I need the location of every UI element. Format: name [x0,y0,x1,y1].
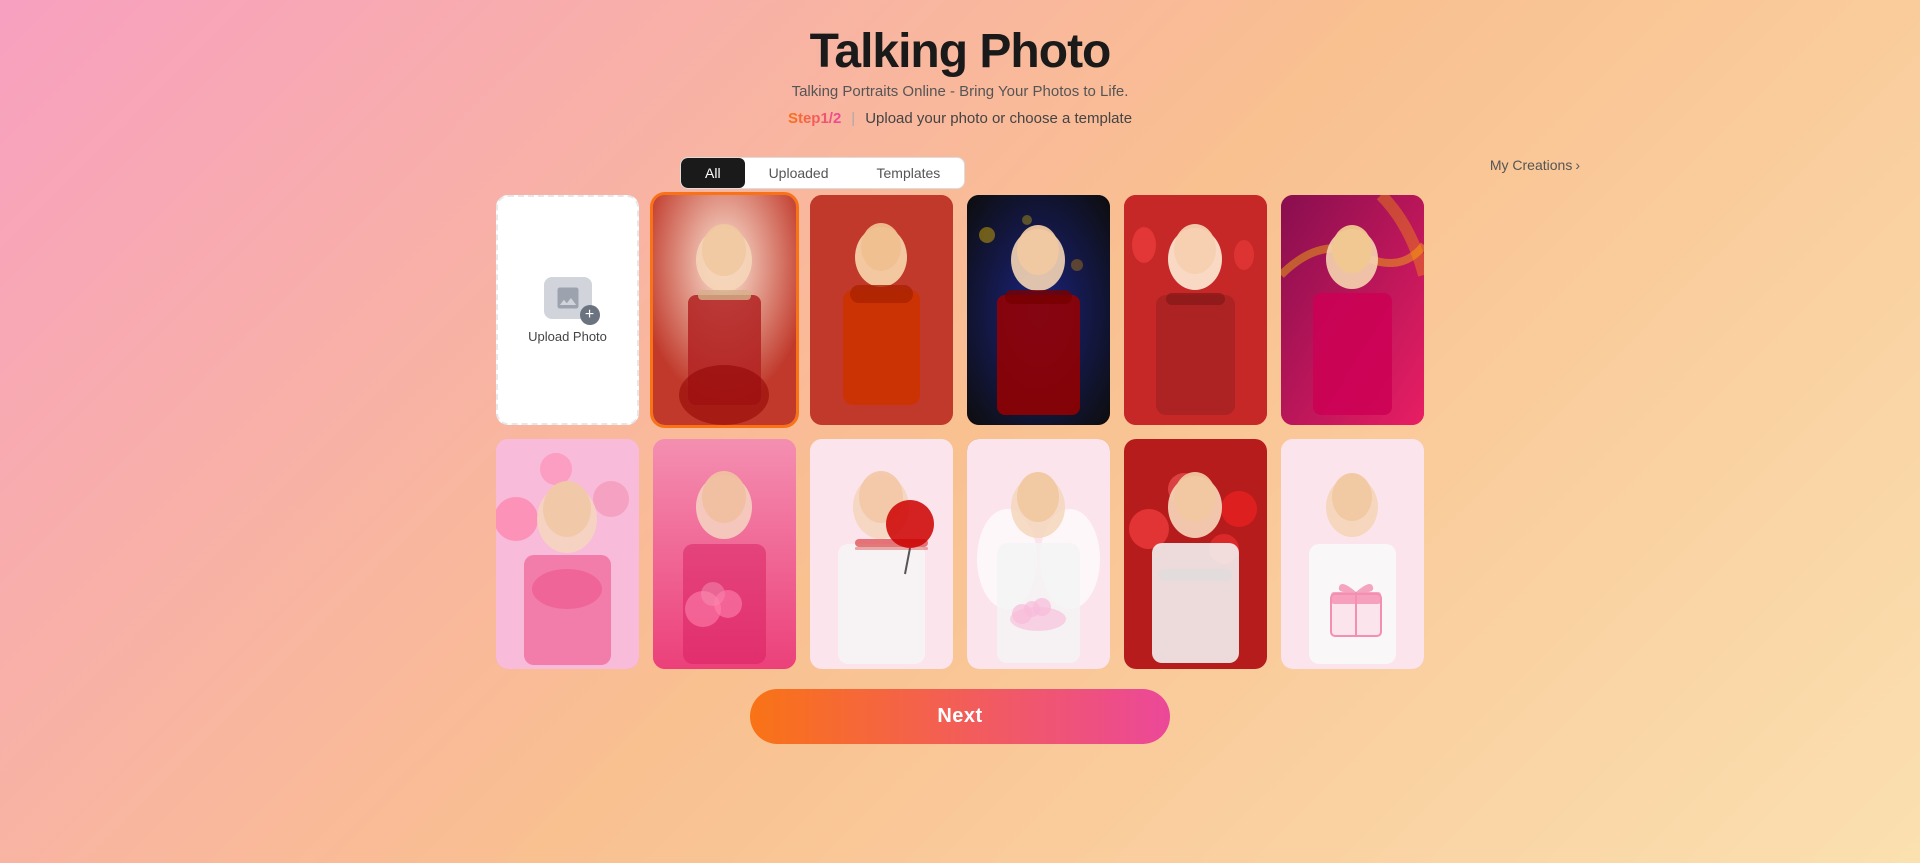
chevron-right-icon: › [1575,157,1580,173]
app-subtitle: Talking Portraits Online - Bring Your Ph… [788,83,1132,100]
photo-card[interactable] [1124,195,1267,425]
photo-bg [653,439,796,669]
photo-bg [967,195,1110,425]
photo-card[interactable] [967,439,1110,669]
photo-card[interactable] [1124,439,1267,669]
step-label: Step1/2 [788,110,841,127]
upload-photo-card[interactable]: + Upload Photo [496,195,639,425]
tab-all[interactable]: All [681,158,745,188]
photo-card[interactable] [810,195,953,425]
photo-card[interactable] [653,195,796,425]
photo-card[interactable] [496,439,639,669]
tab-group: All Uploaded Templates [680,157,965,189]
step-instruction: Upload your photo or choose a template [865,110,1132,127]
photo-card[interactable] [653,439,796,669]
photo-bg [1281,439,1424,669]
photo-bg [496,439,639,669]
photo-bg [810,195,953,425]
upload-plus-icon: + [580,305,600,325]
photo-bg [967,439,1110,669]
upload-label: Upload Photo [528,329,607,344]
photo-gallery: + Upload Photo [496,195,1424,669]
my-creations-link[interactable]: My Creations › [1490,157,1580,173]
tab-uploaded[interactable]: Uploaded [745,158,853,188]
photo-card[interactable] [967,195,1110,425]
tab-templates[interactable]: Templates [853,158,965,188]
photo-bg [1124,439,1267,669]
photo-card[interactable] [1281,195,1424,425]
next-button[interactable]: Next [750,689,1170,744]
photo-card[interactable] [1281,439,1424,669]
my-creations-label: My Creations [1490,157,1572,173]
upload-icon-wrap: + [544,277,592,319]
photo-bg [810,439,953,669]
step-bar: Step1/2 | Upload your photo or choose a … [788,110,1132,127]
photo-bg [653,195,796,425]
photo-bg [1281,195,1424,425]
photo-card[interactable] [810,439,953,669]
page-header: Talking Photo Talking Portraits Online -… [788,24,1132,127]
step-divider: | [851,110,855,127]
photo-bg [1124,195,1267,425]
top-bar: All Uploaded Templates My Creations › [0,141,1920,189]
image-icon [554,284,582,312]
app-title: Talking Photo [788,24,1132,79]
